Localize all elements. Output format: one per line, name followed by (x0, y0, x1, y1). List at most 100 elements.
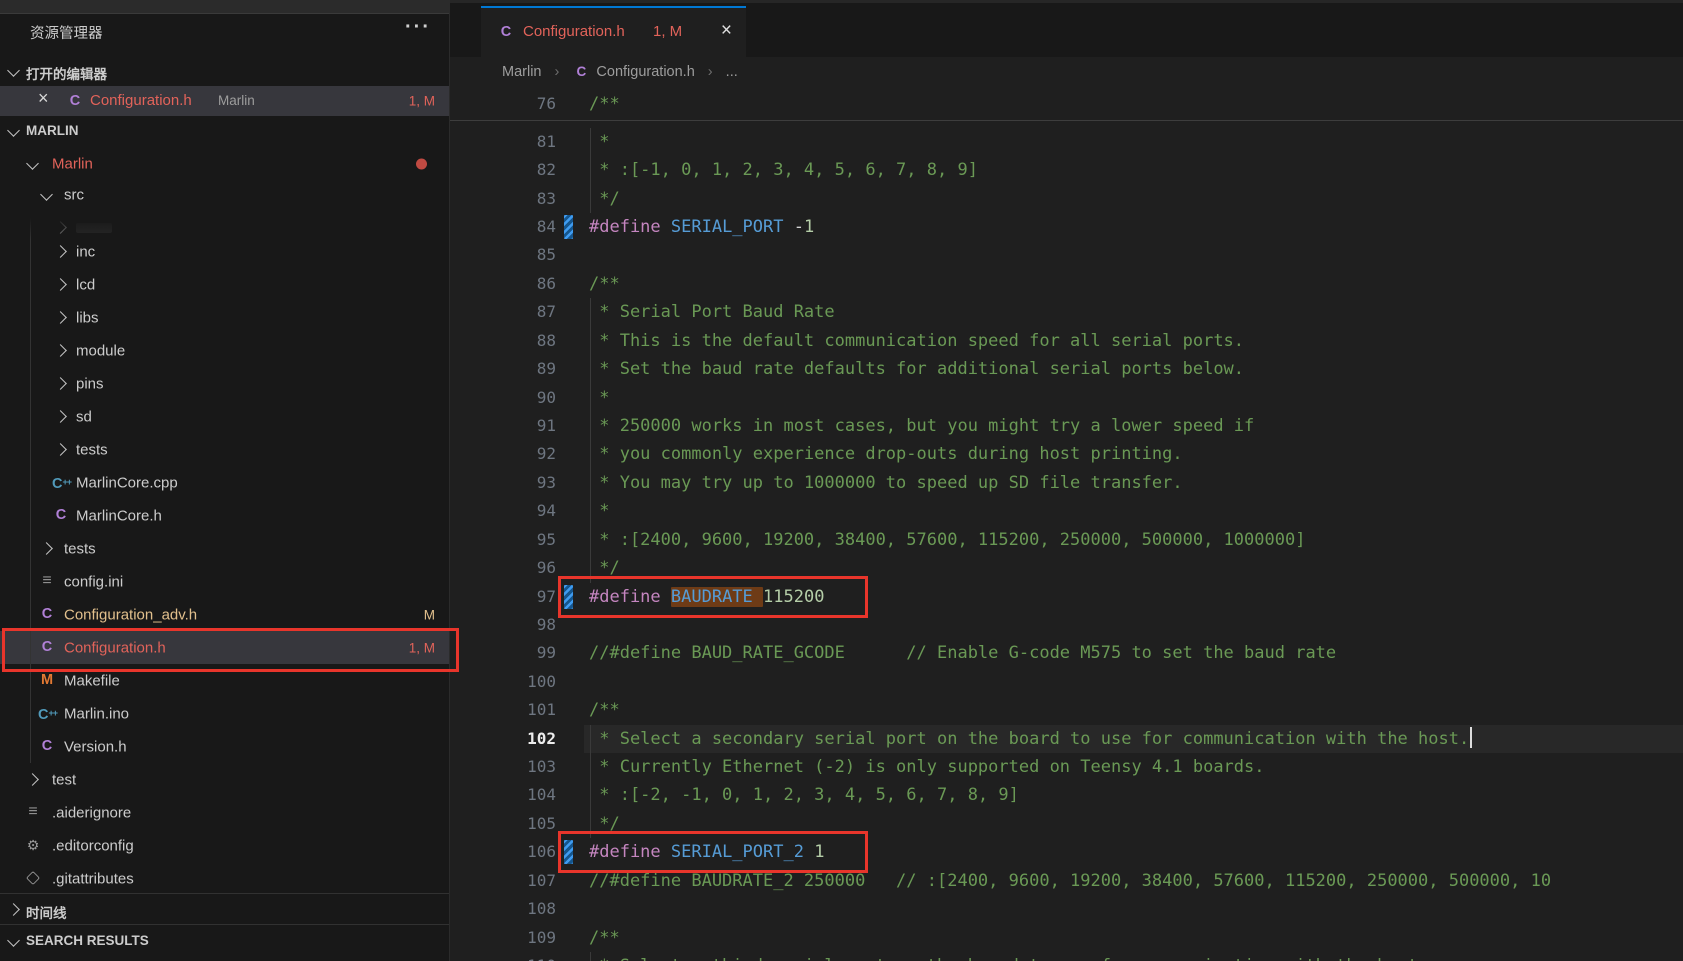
code-text: /** (589, 696, 620, 724)
c-file-icon: C (572, 64, 590, 79)
code-line-100[interactable]: 100 (450, 668, 1683, 696)
close-icon[interactable]: × (38, 88, 49, 109)
code-line-84[interactable]: 84#define SERIAL_PORT -1 (450, 213, 1683, 241)
tree-item-Configuration_adv.h[interactable]: CConfiguration_adv.hM (0, 598, 449, 631)
code-line-86[interactable]: 86/** (450, 270, 1683, 298)
tree-item-Configuration.h[interactable]: CConfiguration.h1, M (0, 631, 449, 664)
open-editor-description: Marlin (218, 93, 255, 108)
code-text: #define SERIAL_PORT_2 1 (589, 838, 824, 866)
code-line-102[interactable]: 102 * Select a secondary serial port on … (450, 725, 1683, 753)
line-number: 94 (450, 497, 556, 525)
sticky-scroll-line[interactable]: 76 /** (450, 90, 1683, 121)
code-text: /** (589, 270, 620, 298)
chevron-right-icon (54, 377, 67, 390)
code-line-88[interactable]: 88 * This is the default communication s… (450, 327, 1683, 355)
code-line-99[interactable]: 99//#define BAUD_RATE_GCODE // Enable G-… (450, 639, 1683, 667)
tree-item-libs[interactable]: libs (0, 301, 449, 334)
code-text: * (589, 497, 609, 525)
tree-item-pins[interactable]: pins (0, 367, 449, 400)
chevron-down-icon (7, 124, 20, 137)
tree-item-label: MarlinCore.h (76, 507, 162, 524)
open-editor-item[interactable]: × C Configuration.h Marlin 1, M (0, 86, 449, 116)
problems-modified-badge: 1, M (409, 94, 435, 109)
line-number: 97 (450, 583, 556, 611)
code-line-82[interactable]: 82 * :[-1, 0, 1, 2, 3, 4, 5, 6, 7, 8, 9] (450, 156, 1683, 184)
decoration-badge: 1, M (409, 640, 435, 655)
tab-title: Configuration.h (523, 23, 625, 40)
tree-item-label: module (76, 342, 125, 359)
code-line-94[interactable]: 94 * (450, 497, 1683, 525)
code-line-87[interactable]: 87 * Serial Port Baud Rate (450, 298, 1683, 326)
chevron-right-icon (54, 245, 67, 258)
tree-item-sd[interactable]: sd (0, 400, 449, 433)
code-line-85[interactable]: 85 (450, 241, 1683, 269)
code-text: * Select a secondary serial port on the … (589, 725, 1472, 753)
tree-item-.editorconfig[interactable]: ⚙.editorconfig (0, 829, 449, 862)
tree-item-inc[interactable]: inc (0, 235, 449, 268)
code-line-90[interactable]: 90 * (450, 384, 1683, 412)
breadcrumb-item-symbol[interactable]: ... (726, 64, 738, 80)
line-number: 107 (450, 867, 556, 895)
code-line-109[interactable]: 109/** (450, 924, 1683, 952)
tree-item-module[interactable]: module (0, 334, 449, 367)
tree-item-src[interactable]: src (0, 178, 449, 211)
code-line-103[interactable]: 103 * Currently Ethernet (-2) is only su… (450, 753, 1683, 781)
code-line-106[interactable]: 106#define SERIAL_PORT_2 1 (450, 838, 1683, 866)
code-text: * :[-2, -1, 0, 1, 2, 3, 4, 5, 6, 7, 8, 9… (589, 781, 1019, 809)
chevron-down-icon (26, 157, 39, 170)
c-file-icon: C (52, 506, 70, 524)
code-line-91[interactable]: 91 * 250000 works in most cases, but you… (450, 412, 1683, 440)
breadcrumb: Marlin › C Configuration.h › ... (450, 57, 1683, 90)
tree-item-test[interactable]: test (0, 763, 449, 796)
line-number: 91 (450, 412, 556, 440)
code-text: #define SERIAL_PORT -1 (589, 213, 814, 241)
code-line-105[interactable]: 105 */ (450, 810, 1683, 838)
line-number: 85 (450, 241, 556, 269)
code-line-96[interactable]: 96 */ (450, 554, 1683, 582)
cpp-file-icon: C++ (52, 473, 70, 493)
section-timeline[interactable]: 时间线 (0, 893, 449, 925)
editor-area: C Configuration.h 1, M × Marlin › C Conf… (450, 0, 1683, 961)
tree-item-lcd[interactable]: lcd (0, 268, 449, 301)
tree-item-Version.h[interactable]: CVersion.h (0, 730, 449, 763)
error-dot-indicator (416, 158, 427, 169)
workspace-label: MARLIN (26, 123, 79, 138)
tab-configuration-h[interactable]: C Configuration.h 1, M × (481, 6, 746, 59)
code-line-104[interactable]: 104 * :[-2, -1, 0, 1, 2, 3, 4, 5, 6, 7, … (450, 781, 1683, 809)
tree-item-tests[interactable]: tests (0, 433, 449, 466)
breadcrumb-item-file[interactable]: Configuration.h (596, 64, 694, 80)
code-line-110[interactable]: 110 * Select a third serial port on the … (450, 952, 1683, 961)
code-line-83[interactable]: 83 */ (450, 185, 1683, 213)
code-line-89[interactable]: 89 * Set the baud rate defaults for addi… (450, 355, 1683, 383)
code-line-108[interactable]: 108 (450, 895, 1683, 923)
tree-item-.aiderignore[interactable]: ≡.aiderignore (0, 796, 449, 829)
tree-item-MarlinCore.h[interactable]: C MarlinCore.h (0, 499, 449, 532)
section-search-results[interactable]: SEARCH RESULTS (0, 924, 449, 961)
line-number: 110 (450, 952, 556, 961)
tree-item-Marlin[interactable]: Marlin (0, 147, 449, 180)
code-line-93[interactable]: 93 * You may try up to 1000000 to speed … (450, 469, 1683, 497)
section-open-editors[interactable]: 打开的编辑器 (0, 56, 449, 86)
code-line-92[interactable]: 92 * you commonly experience drop-outs d… (450, 440, 1683, 468)
tree-item-tests[interactable]: tests (0, 532, 449, 565)
code-line-97[interactable]: 97#define BAUDRATE 115200 (450, 583, 1683, 611)
line-number: 108 (450, 895, 556, 923)
tree-item-Makefile[interactable]: MMakefile (0, 664, 449, 697)
breadcrumb-item-marlin[interactable]: Marlin (502, 64, 541, 80)
code-text: */ (589, 810, 620, 838)
code-text: * Serial Port Baud Rate (589, 298, 835, 326)
code-line-107[interactable]: 107//#define BAUDRATE_2 250000 // :[2400… (450, 867, 1683, 895)
tree-item-.gitattributes[interactable]: .gitattributes (0, 862, 449, 895)
code-line-98[interactable]: 98 (450, 611, 1683, 639)
code-line-81[interactable]: 81 * (450, 128, 1683, 156)
code-line-95[interactable]: 95 * :[2400, 9600, 19200, 38400, 57600, … (450, 526, 1683, 554)
tree-item-Marlin.ino[interactable]: C++Marlin.ino (0, 697, 449, 730)
section-workspace[interactable]: MARLIN (0, 116, 449, 146)
more-actions-icon[interactable]: ··· (405, 16, 431, 39)
sticky-line-text: /** (589, 90, 620, 118)
tree-item-MarlinCore.cpp[interactable]: C++MarlinCore.cpp (0, 466, 449, 499)
tree-item-config.ini[interactable]: ≡config.ini (0, 565, 449, 598)
open-editors-label: 打开的编辑器 (26, 63, 107, 83)
code-line-101[interactable]: 101/** (450, 696, 1683, 724)
close-icon[interactable]: × (721, 20, 732, 42)
